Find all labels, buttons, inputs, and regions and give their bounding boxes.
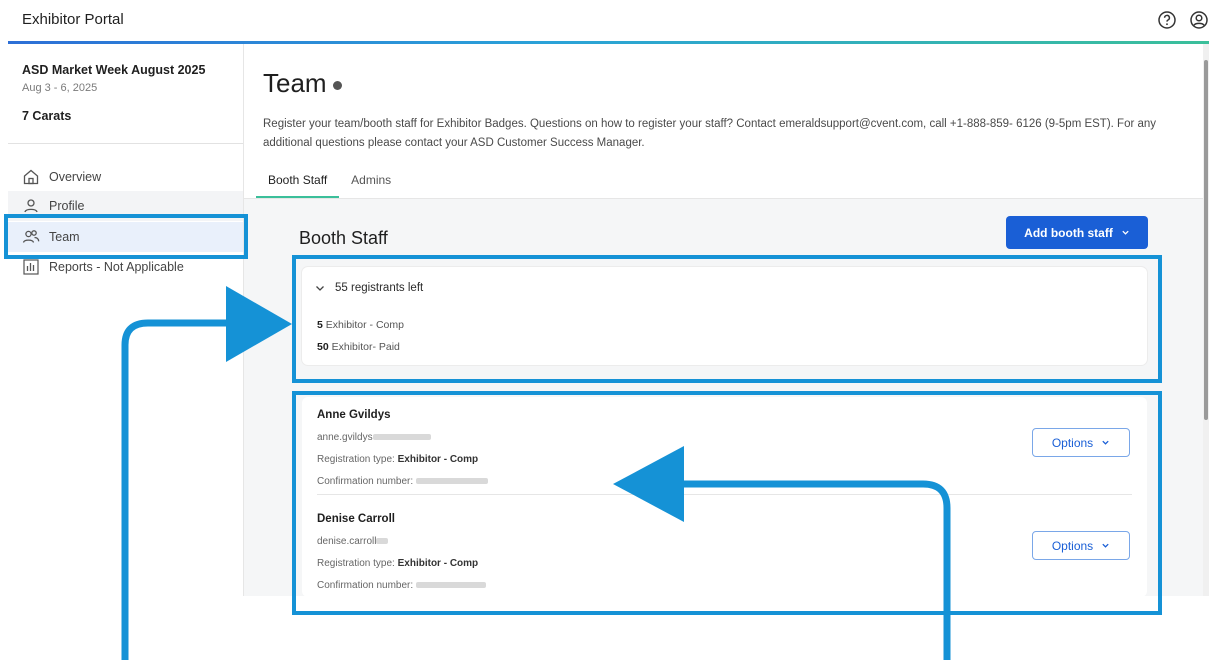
sidebar-item-profile[interactable]: Profile [8, 191, 244, 221]
registrants-summary: 55 registrants left [335, 282, 424, 294]
tab-admins[interactable]: Admins [339, 166, 403, 198]
add-booth-staff-label: Add booth staff [1024, 225, 1113, 240]
registrant-type: Exhibitor - Comp [325, 319, 404, 331]
sidebar-item-label: Overview [49, 170, 102, 184]
options-button[interactable]: Options [1032, 531, 1130, 560]
registrants-card: 55 registrants left 5 Exhibitor - Comp 5… [302, 267, 1147, 365]
chevron-down-icon [1101, 539, 1110, 553]
sidebar-divider [8, 143, 244, 144]
sidebar-item-label: Team [49, 230, 80, 244]
registration-type: Exhibitor - Comp [397, 454, 479, 465]
sidebar-item-label: Reports - Not Applicable [49, 260, 184, 274]
sidebar-item-label: Profile [49, 199, 85, 213]
staff-list-card: Anne Gvildys anne.gvildys Registration t… [302, 397, 1147, 597]
event-name: ASD Market Week August 2025 [22, 63, 206, 77]
registration-type: Exhibitor - Comp [397, 558, 479, 569]
staff-email: anne.gvildys [317, 432, 488, 443]
event-dates: Aug 3 - 6, 2025 [22, 82, 98, 94]
staff-member: Anne Gvildys anne.gvildys Registration t… [317, 409, 488, 487]
company-name: 7 Carats [22, 109, 72, 123]
top-bar: Exhibitor Portal [0, 0, 1209, 42]
staff-name: Anne Gvildys [317, 409, 391, 421]
page-title: Team [263, 68, 342, 99]
staff-member: Denise Carroll denise.carroll Registrati… [317, 513, 486, 591]
staff-divider [317, 494, 1132, 495]
home-icon [22, 168, 40, 186]
page-description: Register your team/booth staff for Exhib… [263, 118, 1157, 149]
options-button[interactable]: Options [1032, 428, 1130, 457]
redacted-text [376, 538, 389, 545]
redacted-text [372, 434, 431, 441]
info-icon[interactable] [332, 81, 342, 90]
redacted-text [415, 478, 488, 485]
page-title-text: Team [263, 68, 327, 98]
account-icon[interactable] [1189, 10, 1209, 30]
registrants-toggle[interactable]: 55 registrants left [314, 282, 423, 294]
scrollbar-thumb[interactable] [1204, 60, 1208, 420]
staff-confirmation: Confirmation number: [317, 476, 488, 487]
section-title: Booth Staff [299, 228, 388, 248]
sidebar: ASD Market Week August 2025 Aug 3 - 6, 2… [8, 44, 244, 660]
person-icon [22, 197, 40, 215]
staff-registration: Registration type: Exhibitor - Comp [317, 454, 479, 465]
chevron-down-icon [314, 282, 326, 294]
registrant-line: 5 Exhibitor - Comp [317, 319, 404, 331]
booth-staff-panel: Booth Staff Add booth staff 55 registran… [244, 199, 1203, 597]
chart-icon [22, 258, 40, 276]
add-booth-staff-button[interactable]: Add booth staff [1006, 216, 1148, 249]
sidebar-item-reports[interactable]: Reports - Not Applicable [8, 252, 244, 282]
app-title: Exhibitor Portal [22, 11, 124, 28]
redacted-text [415, 582, 486, 589]
staff-email: denise.carroll [317, 536, 486, 547]
main-content: Team Register your team/booth staff for … [244, 44, 1203, 660]
chevron-down-icon [1101, 436, 1110, 450]
top-icons [1157, 10, 1209, 30]
registrant-type: Exhibitor- Paid [331, 341, 400, 353]
staff-name: Denise Carroll [317, 513, 395, 525]
registrant-count: 50 [317, 341, 329, 353]
tab-booth-staff[interactable]: Booth Staff [256, 166, 340, 198]
staff-registration: Registration type: Exhibitor - Comp [317, 558, 479, 569]
sidebar-item-team[interactable]: Team [8, 222, 244, 252]
staff-confirmation: Confirmation number: [317, 580, 486, 591]
registrant-count: 5 [317, 319, 323, 331]
chevron-down-icon [1121, 226, 1130, 240]
tab-bar: Booth Staff Admins [256, 166, 403, 198]
people-icon [22, 228, 40, 246]
help-icon[interactable] [1157, 10, 1177, 30]
sidebar-item-overview[interactable]: Overview [8, 162, 244, 192]
registrant-line: 50 Exhibitor- Paid [317, 341, 400, 353]
